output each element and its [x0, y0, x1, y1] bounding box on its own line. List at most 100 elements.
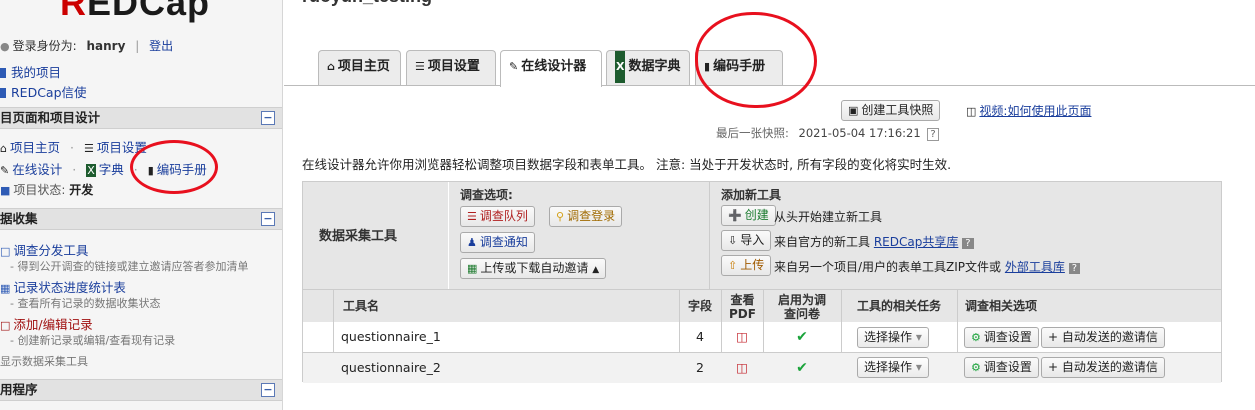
survey-settings-button[interactable]: ⚙ 调查设置 [964, 357, 1039, 378]
import-desc: 来自官方的新工具 REDCap共享库 ? [774, 233, 974, 250]
edit-icon: ✎ [509, 60, 519, 73]
messenger-label[interactable]: REDCap信使 [11, 85, 87, 100]
video-link[interactable]: ◫ 视频:如何使用此页面 [966, 102, 1091, 119]
messenger-icon [0, 88, 6, 98]
tab-project-setup[interactable]: ☰ 项目设置 [406, 50, 496, 85]
gear-icon: ⚙ [971, 331, 981, 344]
login-info: ● 登录身份为: hanry | 登出 [0, 39, 174, 53]
username: hanry [86, 39, 126, 53]
tab-project-home[interactable]: ⌂ 项目主页 [318, 50, 401, 85]
sidebar: REDCap ● 登录身份为: hanry | 登出 我的项目 REDCap信使 … [0, 0, 283, 410]
section-applications: 用程序 − [0, 379, 282, 401]
user-icon: ● [0, 40, 10, 53]
my-projects-link[interactable]: 我的项目 [0, 62, 61, 81]
column-header-instrument-name: 工具名 [333, 289, 679, 322]
excel-icon: X [86, 164, 96, 177]
column-header-survey-options: 调查相关选项 [957, 289, 1221, 322]
help-button[interactable]: ? [962, 238, 974, 249]
redcap-messenger-link[interactable]: REDCap信使 [0, 82, 87, 101]
column-header-enabled-survey: 启用为调查问卷 [763, 289, 841, 322]
gear-icon: ⚙ [971, 361, 981, 374]
upload-instrument-button[interactable]: ⇧ 上传 [721, 255, 772, 276]
status-value: 开发 [69, 183, 94, 197]
shield-check-icon: ✔ [796, 360, 808, 376]
chevron-down-icon: ▾ [915, 360, 922, 374]
survey-login-button[interactable]: ⚲ 调查登录 [549, 206, 623, 227]
column-header-fields: 字段 [679, 289, 721, 322]
list-icon: ☰ [467, 210, 477, 223]
sidebar-project-home-link[interactable]: 项目主页 [10, 140, 60, 155]
create-snapshot-button[interactable]: ▣ 创建工具快照 [841, 100, 941, 121]
chevron-down-icon: ▾ [915, 330, 922, 344]
create-desc: 从头开始建立新工具 [774, 210, 883, 224]
import-icon: ⇩ [728, 234, 738, 247]
tab-online-designer[interactable]: ✎ 在线设计器 [500, 50, 602, 87]
section-project-home: 目页面和项目设计 − [0, 107, 282, 129]
add-record-icon: □ [0, 319, 11, 332]
shared-library-link[interactable]: REDCap共享库 [874, 235, 959, 249]
sidebar-designer-link[interactable]: 在线设计 [12, 162, 62, 177]
instruments-toolbar: 数据采集工具 调查选项: ☰ 调查队列 ⚲ 调查登录 ♟ 调查通知 ▦ 上传或下载自动邀… [303, 182, 1221, 289]
collapse-icon[interactable]: − [261, 111, 275, 125]
record-status-link[interactable]: ▦ 记录状态进度统计表 [0, 277, 126, 296]
survey-distribution-desc: - 得到公开调查的链接或建立邀请应答者参加清单 [10, 260, 249, 273]
shield-check-icon: ✔ [796, 329, 808, 345]
auto-invitations-button[interactable]: + 自动发送的邀请信 [1041, 327, 1165, 348]
external-library-link[interactable]: 外部工具库 [1005, 260, 1065, 274]
auto-invitations-button[interactable]: + 自动发送的邀请信 [1041, 357, 1165, 378]
pdf-icon[interactable]: ◫ [721, 322, 763, 352]
column-header-view-pdf: 查看PDF [721, 289, 763, 322]
instrument-name[interactable]: questionnaire_1 [341, 322, 441, 352]
instruments-table: 数据采集工具 调查选项: ☰ 调查队列 ⚲ 调查登录 ♟ 调查通知 ▦ 上传或下载自动邀… [302, 181, 1222, 383]
list-icon: ☰ [415, 60, 425, 73]
login-label: 登录身份为: [12, 39, 77, 53]
section-data-collection: 据收集 − [0, 208, 282, 230]
collapse-icon[interactable]: − [261, 383, 275, 397]
status-icon: ■ [0, 184, 11, 197]
survey-options-label: 调查选项: [460, 188, 513, 202]
pdf-icon[interactable]: ◫ [721, 353, 763, 383]
logout-link[interactable]: 登出 [149, 39, 173, 53]
camera-icon: ▣ [848, 104, 859, 117]
excel-icon: X [615, 51, 626, 83]
create-instrument-button[interactable]: ➕ 创建 [721, 205, 776, 226]
survey-queue-button[interactable]: ☰ 调查队列 [460, 206, 535, 227]
caret-up-icon: ▲ [592, 265, 600, 275]
survey-notifications-button[interactable]: ♟ 调查通知 [460, 232, 535, 253]
help-button[interactable]: ? [1068, 263, 1081, 274]
plus-icon: ➕ [728, 209, 742, 222]
instruments-header: 数据采集工具 [319, 229, 398, 244]
edit-icon: ✎ [0, 164, 10, 177]
select-action-dropdown[interactable]: 选择操作 ▾ [857, 327, 929, 348]
survey-settings-button[interactable]: ⚙ 调查设置 [964, 327, 1039, 348]
help-button[interactable]: ? [927, 128, 939, 141]
home-icon: ⌂ [327, 60, 335, 73]
red-annotation-circle [130, 140, 218, 194]
select-action-dropdown[interactable]: 选择操作 ▾ [857, 357, 929, 378]
import-instrument-button[interactable]: ⇩ 导入 [721, 230, 772, 251]
upload-icon: ⇧ [728, 259, 738, 272]
video-icon: ◫ [966, 105, 977, 118]
sidebar-dictionary-link[interactable]: 字典 [99, 162, 124, 177]
survey-distribution-link[interactable]: □ 调查分发工具 [0, 240, 88, 259]
upload-desc: 来自另一个项目/用户的表单工具ZIP文件或 外部工具库 ? [774, 258, 1081, 275]
add-instrument-label: 添加新工具 [721, 188, 782, 202]
auto-invite-button[interactable]: ▦ 上传或下载自动邀请 ▲ [460, 258, 607, 279]
add-edit-desc: - 创建新记录或编辑/查看现有记录 [10, 334, 176, 347]
main-content: ruoyun_testing ⌂项目主页 ☰项目设置 ✎在线设计器 X数据字典 … [284, 0, 1255, 410]
record-status-desc: - 查看所有记录的数据收集状态 [10, 297, 161, 310]
users-icon: ♟ [467, 236, 477, 249]
spreadsheet-icon: ▦ [467, 262, 478, 275]
collapse-icon[interactable]: − [261, 212, 275, 226]
designer-description: 在线设计器允许你用浏览器轻松调整项目数据字段和表单工具。 注意: 当处于开发状态… [302, 157, 952, 172]
my-projects-label[interactable]: 我的项目 [11, 65, 61, 80]
add-edit-records-link[interactable]: □ 添加/编辑记录 [0, 314, 93, 333]
redcap-logo: REDCap [60, 0, 211, 23]
tab-data-dictionary[interactable]: X 数据字典 [606, 50, 690, 85]
page-title: ruoyun_testing [302, 0, 432, 7]
instrument-name[interactable]: questionnaire_2 [341, 353, 441, 383]
key-icon: ⚲ [556, 210, 565, 223]
last-snapshot-info: 最后一张快照: 2021-05-04 17:16:21 ? [716, 125, 939, 141]
column-header-instrument-actions: 工具的相关任务 [841, 289, 957, 322]
show-instruments-link[interactable]: 显示数据采集工具 [0, 353, 88, 369]
